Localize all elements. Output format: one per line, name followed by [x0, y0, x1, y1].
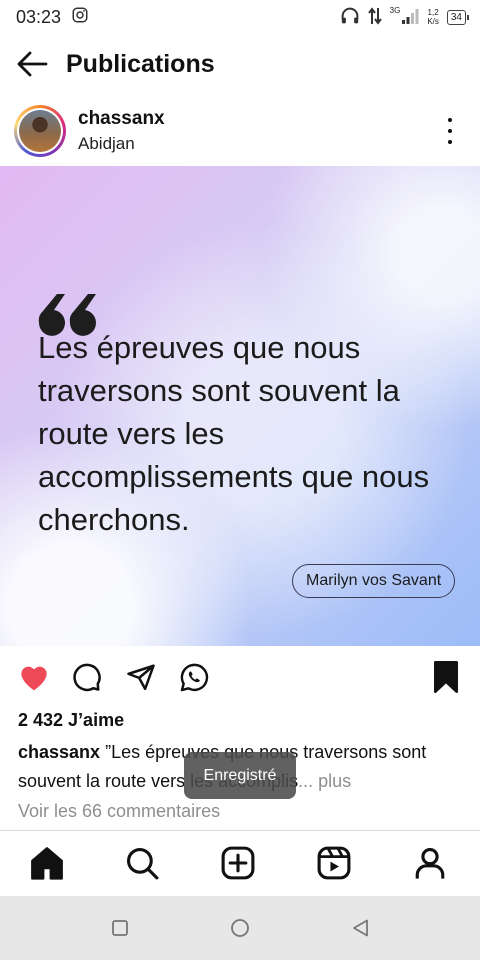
network-type: 3G: [389, 5, 401, 15]
post-location[interactable]: Abidjan: [78, 134, 165, 154]
search-icon[interactable]: [122, 843, 162, 883]
recent-apps-icon[interactable]: [108, 916, 132, 940]
status-left: 03:23: [16, 6, 89, 29]
profile-icon[interactable]: [410, 843, 450, 883]
caption-more-link[interactable]: plus: [318, 771, 351, 791]
bottom-nav: [0, 830, 480, 896]
quote-author: Marilyn vos Savant: [292, 564, 456, 598]
home-icon[interactable]: [27, 843, 67, 883]
post-image[interactable]: Les épreuves que nous traversons sont so…: [0, 166, 480, 646]
bookmark-filled-icon[interactable]: [429, 660, 463, 694]
status-time: 03:23: [16, 6, 62, 27]
like-count[interactable]: 2 432 J’aime: [18, 710, 124, 731]
caption-ellipsis: ...: [298, 771, 314, 791]
status-right: 3G 1,2 K/s 34: [340, 5, 470, 28]
dot: [448, 118, 452, 122]
signal-group: 3G: [389, 5, 420, 28]
avatar[interactable]: [14, 105, 66, 157]
avatar-frame: [17, 108, 63, 154]
caption-username[interactable]: chassanx: [18, 742, 100, 762]
speed-unit: K/s: [427, 17, 439, 26]
headphones-icon: [340, 7, 360, 28]
create-icon[interactable]: [218, 843, 258, 883]
user-block: chassanx Abidjan: [78, 108, 165, 154]
post-username[interactable]: chassanx: [78, 108, 165, 130]
status-bar: 03:23 3G 1,2 K/s 34: [0, 0, 480, 34]
arrow-left-icon[interactable]: [16, 50, 48, 78]
signal-icon: [401, 7, 419, 28]
home-circle-icon[interactable]: [228, 916, 252, 940]
network-speed: 1,2 K/s: [427, 8, 439, 26]
dot: [448, 129, 452, 133]
view-comments-link[interactable]: Voir les 66 commentaires: [18, 801, 220, 822]
quote-text: Les épreuves que nous traversons sont so…: [38, 330, 430, 537]
back-triangle-icon[interactable]: [349, 916, 373, 940]
dot: [448, 140, 452, 144]
battery-level: 34: [450, 11, 462, 23]
battery-icon: 34: [446, 9, 470, 25]
speed-value: 1,2: [427, 8, 439, 17]
vertical-dots-icon[interactable]: [446, 118, 454, 144]
instagram-notification-icon: [71, 6, 89, 29]
comment-bubble-icon[interactable]: [70, 660, 104, 694]
whatsapp-icon[interactable]: [177, 660, 211, 694]
heart-filled-icon[interactable]: [17, 660, 51, 694]
app-header: Publications: [0, 38, 480, 90]
post-actions: [0, 656, 480, 700]
data-transfer-icon: [367, 6, 382, 28]
page-title: Publications: [66, 49, 215, 78]
reels-icon[interactable]: [314, 843, 354, 883]
avatar-image: [19, 110, 61, 152]
saved-toast: Enregistré: [184, 752, 296, 799]
system-nav-bar: [0, 896, 480, 960]
send-icon[interactable]: [124, 660, 158, 694]
post-header: chassanx Abidjan: [0, 100, 480, 162]
